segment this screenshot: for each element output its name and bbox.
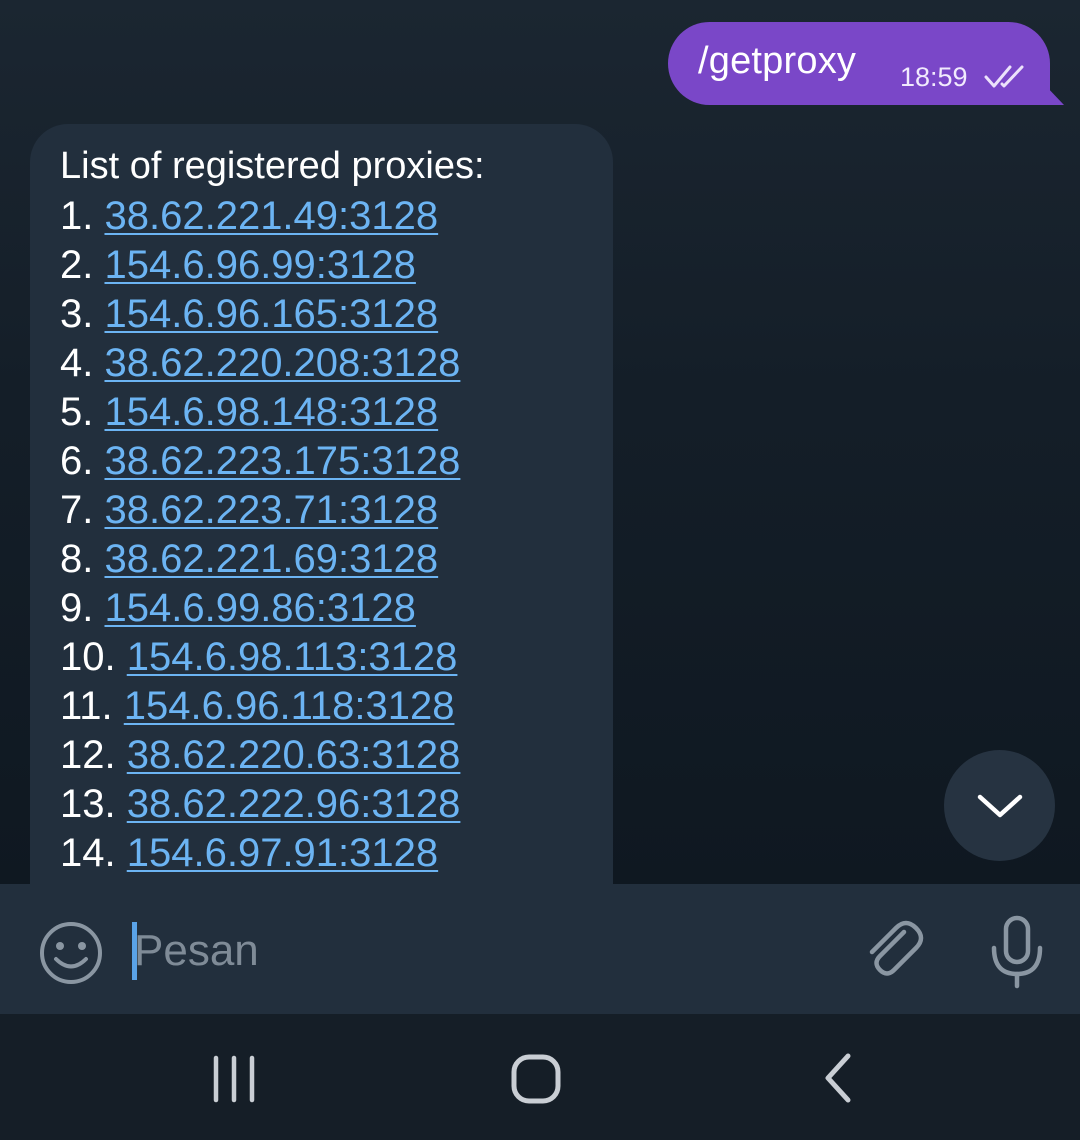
proxy-number: 10.	[60, 635, 116, 679]
proxy-number: 5.	[60, 390, 94, 434]
proxy-number: 13.	[60, 782, 116, 826]
proxy-list-item: 10. 154.6.98.113:3128	[60, 637, 460, 686]
proxy-number: 8.	[60, 537, 94, 581]
recents-icon[interactable]	[194, 1048, 274, 1108]
home-icon[interactable]	[496, 1048, 576, 1108]
microphone-icon[interactable]	[982, 912, 1052, 992]
proxy-link[interactable]: 154.6.97.91:3128	[127, 831, 438, 875]
paperclip-icon[interactable]	[858, 914, 928, 984]
proxy-link[interactable]: 154.6.96.165:3128	[104, 292, 438, 336]
proxy-list-item: 5. 154.6.98.148:3128	[60, 392, 460, 441]
proxy-list-item: 1. 38.62.221.49:3128	[60, 196, 460, 245]
proxy-list-item: 9. 154.6.99.86:3128	[60, 588, 460, 637]
proxy-number: 14.	[60, 831, 116, 875]
proxy-link[interactable]: 154.6.96.118:3128	[124, 684, 455, 728]
proxy-number: 3.	[60, 292, 94, 336]
proxy-list-item: 2. 154.6.96.99:3128	[60, 245, 460, 294]
message-time: 18:59	[900, 62, 968, 92]
emoji-icon[interactable]	[38, 920, 104, 986]
proxy-link[interactable]: 38.62.220.208:3128	[104, 341, 460, 385]
message-input[interactable]	[134, 922, 814, 980]
double-check-icon	[984, 65, 1024, 88]
proxy-list-item: 11. 154.6.96.118:3128	[60, 686, 460, 735]
proxy-link[interactable]: 38.62.221.69:3128	[104, 537, 438, 581]
proxy-number: 12.	[60, 733, 116, 777]
proxy-link[interactable]: 154.6.98.113:3128	[127, 635, 458, 679]
proxy-number: 6.	[60, 439, 94, 483]
proxy-link[interactable]: 38.62.223.71:3128	[104, 488, 438, 532]
incoming-message-bubble[interactable]: List of registered proxies: 1. 38.62.221…	[30, 124, 613, 884]
proxy-number: 1.	[60, 194, 94, 238]
proxy-link[interactable]: 38.62.220.63:3128	[127, 733, 461, 777]
scroll-down-button[interactable]	[944, 750, 1055, 861]
system-navigation-bar	[0, 1014, 1080, 1140]
proxy-number: 7.	[60, 488, 94, 532]
proxy-list-item: 3. 154.6.96.165:3128	[60, 294, 460, 343]
proxy-list-item: 14. 154.6.97.91:3128	[60, 833, 460, 882]
back-icon[interactable]	[800, 1048, 880, 1108]
proxy-number: 11.	[60, 684, 113, 728]
outgoing-message-bubble[interactable]: /getproxy 18:59	[668, 22, 1050, 105]
proxy-list: 1. 38.62.221.49:3128 2. 154.6.96.99:3128 3…	[60, 196, 460, 882]
telegram-chat-screen: /getproxy 18:59 List of registered proxi…	[0, 0, 1080, 1140]
proxy-number: 4.	[60, 341, 94, 385]
proxy-list-item: 4. 38.62.220.208:3128	[60, 343, 460, 392]
proxy-list-item: 8. 38.62.221.69:3128	[60, 539, 460, 588]
proxy-link[interactable]: 154.6.99.86:3128	[104, 586, 415, 630]
proxy-list-title: List of registered proxies:	[60, 145, 485, 187]
proxy-link[interactable]: 38.62.223.175:3128	[104, 439, 460, 483]
chevron-down-icon	[977, 794, 1022, 817]
proxy-link[interactable]: 38.62.222.96:3128	[127, 782, 461, 826]
proxy-link[interactable]: 38.62.221.49:3128	[104, 194, 438, 238]
proxy-number: 9.	[60, 586, 94, 630]
proxy-list-item: 6. 38.62.223.175:3128	[60, 441, 460, 490]
proxy-list-item: 12. 38.62.220.63:3128	[60, 735, 460, 784]
message-input-bar	[0, 884, 1080, 1014]
proxy-number: 2.	[60, 243, 94, 287]
proxy-list-item: 13. 38.62.222.96:3128	[60, 784, 460, 833]
proxy-link[interactable]: 154.6.96.99:3128	[104, 243, 415, 287]
proxy-list-item: 7. 38.62.223.71:3128	[60, 490, 460, 539]
outgoing-bubble-tail	[1044, 84, 1064, 105]
chat-area[interactable]: /getproxy 18:59 List of registered proxi…	[0, 0, 1080, 884]
proxy-link[interactable]: 154.6.98.148:3128	[104, 390, 438, 434]
outgoing-message-text: /getproxy	[698, 40, 857, 82]
